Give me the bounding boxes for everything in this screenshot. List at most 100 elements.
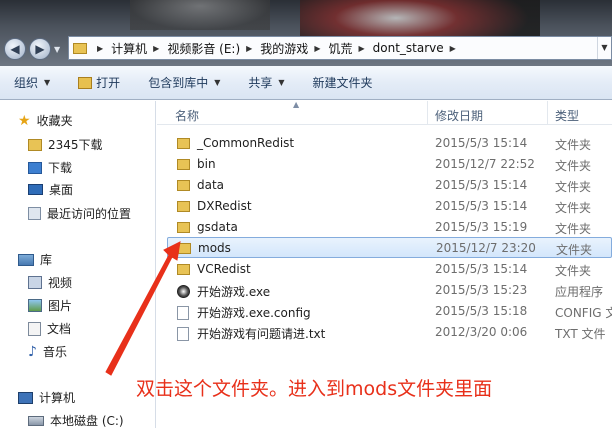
file-type: 文件夹: [555, 201, 592, 215]
file-date: 2015/5/3 15:23: [435, 283, 528, 297]
nav-item-local-disk-c[interactable]: 本地磁盘 (C:): [28, 412, 124, 428]
address-bar[interactable]: ▶ 计算机 ▶ 视频影音 (E:) ▶ 我的游戏 ▶ 饥荒 ▶ dont_sta…: [68, 36, 612, 60]
column-header-date[interactable]: 修改日期: [435, 107, 483, 124]
include-label: 包含到库中: [148, 76, 209, 90]
nav-item-videos[interactable]: 视频: [28, 274, 72, 291]
chevron-right-icon[interactable]: ▶: [153, 44, 159, 53]
picture-icon: [28, 299, 42, 312]
open-folder-icon: [78, 76, 93, 89]
file-type: TXT 文件: [555, 327, 606, 341]
new-folder-button[interactable]: 新建文件夹: [313, 74, 373, 91]
nav-item-label: 图片: [48, 299, 73, 313]
folder-icon: [177, 158, 190, 170]
file-row-dxredist[interactable]: DXRedist 2015/5/3 15:14 文件夹: [167, 196, 612, 217]
file-date: 2015/5/3 15:14: [435, 178, 528, 192]
annotation-caption: 双击这个文件夹。进入到mods文件夹里面: [136, 378, 493, 400]
downloads-folder-icon: [28, 161, 42, 174]
text-file-icon: [177, 326, 189, 341]
file-date: 2015/5/3 15:14: [435, 136, 528, 150]
breadcrumb-item[interactable]: 计算机: [111, 40, 147, 57]
chevron-down-icon: ▼: [44, 78, 51, 87]
folder-icon: [177, 221, 190, 233]
document-icon: [28, 321, 41, 336]
column-divider[interactable]: [547, 101, 548, 125]
nav-libraries[interactable]: 库: [18, 251, 52, 268]
file-date: 2015/12/7 23:20: [436, 241, 536, 255]
nav-item-label: 视频: [48, 276, 73, 290]
file-date: 2015/5/3 15:14: [435, 262, 528, 276]
nav-item-downloads[interactable]: 下载: [28, 159, 72, 176]
back-button[interactable]: ◀: [4, 38, 26, 60]
file-date: 2015/5/3 15:18: [435, 304, 528, 318]
breadcrumb-item[interactable]: dont_starve: [373, 41, 444, 55]
file-row-start-game-exe[interactable]: 开始游戏.exe 2015/5/3 15:23 应用程序: [167, 280, 612, 301]
breadcrumb-item[interactable]: 视频影音 (E:): [167, 40, 240, 57]
address-dropdown-icon[interactable]: ▼: [597, 37, 611, 59]
chevron-right-icon[interactable]: ▶: [450, 44, 456, 53]
share-label: 共享: [248, 76, 273, 90]
nav-item-documents[interactable]: 文档: [28, 320, 71, 337]
recent-places-icon: [28, 207, 41, 220]
recent-pages-dropdown-icon[interactable]: ▼: [54, 45, 60, 54]
column-header-type[interactable]: 类型: [555, 107, 579, 124]
file-name: gsdata: [197, 220, 238, 234]
breadcrumb-item[interactable]: 我的游戏: [260, 40, 308, 57]
nav-item-pictures[interactable]: 图片: [28, 297, 72, 314]
window-titlebar: ◀ ▶ ▼ ▶ 计算机 ▶ 视频影音 (E:) ▶ 我的游戏 ▶ 饥荒 ▶ do…: [0, 0, 612, 66]
chevron-right-icon[interactable]: ▶: [358, 44, 364, 53]
breadcrumb-item[interactable]: 饥荒: [328, 40, 352, 57]
library-icon: [18, 253, 34, 266]
file-type: 文件夹: [555, 159, 592, 173]
video-icon: [28, 276, 42, 289]
folder-icon: [73, 42, 87, 54]
folder-icon: [28, 138, 42, 151]
file-date: 2012/3/20 0:06: [435, 325, 528, 339]
open-button[interactable]: 打开: [78, 74, 120, 91]
nav-item-label: 音乐: [42, 345, 67, 359]
file-row-gsdata[interactable]: gsdata 2015/5/3 15:19 文件夹: [167, 217, 612, 238]
include-in-library-button[interactable]: 包含到库中 ▼: [148, 74, 220, 91]
organize-label: 组织: [14, 76, 39, 90]
column-headers: ▲ 名称 修改日期 类型: [157, 100, 612, 125]
nav-computer[interactable]: 计算机: [18, 389, 75, 406]
folder-icon: [177, 137, 190, 149]
nav-favorites-label: 收藏夹: [36, 114, 73, 128]
organize-button[interactable]: 组织 ▼: [14, 74, 50, 91]
share-button[interactable]: 共享 ▼: [248, 74, 284, 91]
file-row-mods[interactable]: mods 2015/12/7 23:20 文件夹: [167, 237, 612, 258]
folder-icon: [178, 242, 191, 254]
file-type: 文件夹: [556, 243, 593, 257]
file-row-bin[interactable]: bin 2015/12/7 22:52 文件夹: [167, 154, 612, 175]
computer-icon: [18, 391, 33, 404]
file-name: data: [197, 178, 225, 192]
open-label: 打开: [96, 76, 121, 90]
file-row-readme-txt[interactable]: 开始游戏有问题请进.txt 2012/3/20 0:06 TXT 文件: [167, 322, 612, 343]
file-row-start-game-config[interactable]: 开始游戏.exe.config 2015/5/3 15:18 CONFIG 文: [167, 301, 612, 322]
file-row-data[interactable]: data 2015/5/3 15:14 文件夹: [167, 175, 612, 196]
nav-item-desktop[interactable]: 桌面: [28, 181, 73, 198]
nav-item-recent-places[interactable]: 最近访问的位置: [28, 205, 131, 222]
forward-button[interactable]: ▶: [29, 38, 51, 60]
chevron-right-icon[interactable]: ▶: [97, 44, 103, 53]
file-name: _CommonRedist: [197, 136, 295, 150]
file-name: 开始游戏.exe.config: [197, 306, 311, 320]
file-name: DXRedist: [197, 199, 252, 213]
file-type: 文件夹: [555, 138, 592, 152]
navigation-pane: ★ 收藏夹 2345下载 下载 桌面 最近访问的位置 库 视频 图片 文档 ♪ …: [0, 101, 156, 428]
chevron-right-icon[interactable]: ▶: [246, 44, 252, 53]
file-row-vcredist[interactable]: VCRedist 2015/5/3 15:14 文件夹: [167, 259, 612, 280]
column-divider[interactable]: [427, 101, 428, 125]
nav-item-label: 下载: [48, 161, 73, 175]
file-name: bin: [197, 157, 216, 171]
nav-favorites[interactable]: ★ 收藏夹: [18, 112, 73, 129]
nav-item-2345-downloads[interactable]: 2345下载: [28, 136, 103, 153]
command-toolbar: 组织 ▼ 打开 包含到库中 ▼ 共享 ▼ 新建文件夹: [0, 66, 612, 100]
column-header-name[interactable]: 名称: [175, 107, 199, 124]
nav-item-music[interactable]: ♪ 音乐: [28, 343, 67, 360]
file-date: 2015/12/7 22:52: [435, 157, 535, 171]
file-date: 2015/5/3 15:19: [435, 220, 528, 234]
file-date: 2015/5/3 15:14: [435, 199, 528, 213]
file-row-commonredist[interactable]: _CommonRedist 2015/5/3 15:14 文件夹: [167, 133, 612, 154]
exe-icon: [177, 285, 190, 298]
chevron-right-icon[interactable]: ▶: [314, 44, 320, 53]
